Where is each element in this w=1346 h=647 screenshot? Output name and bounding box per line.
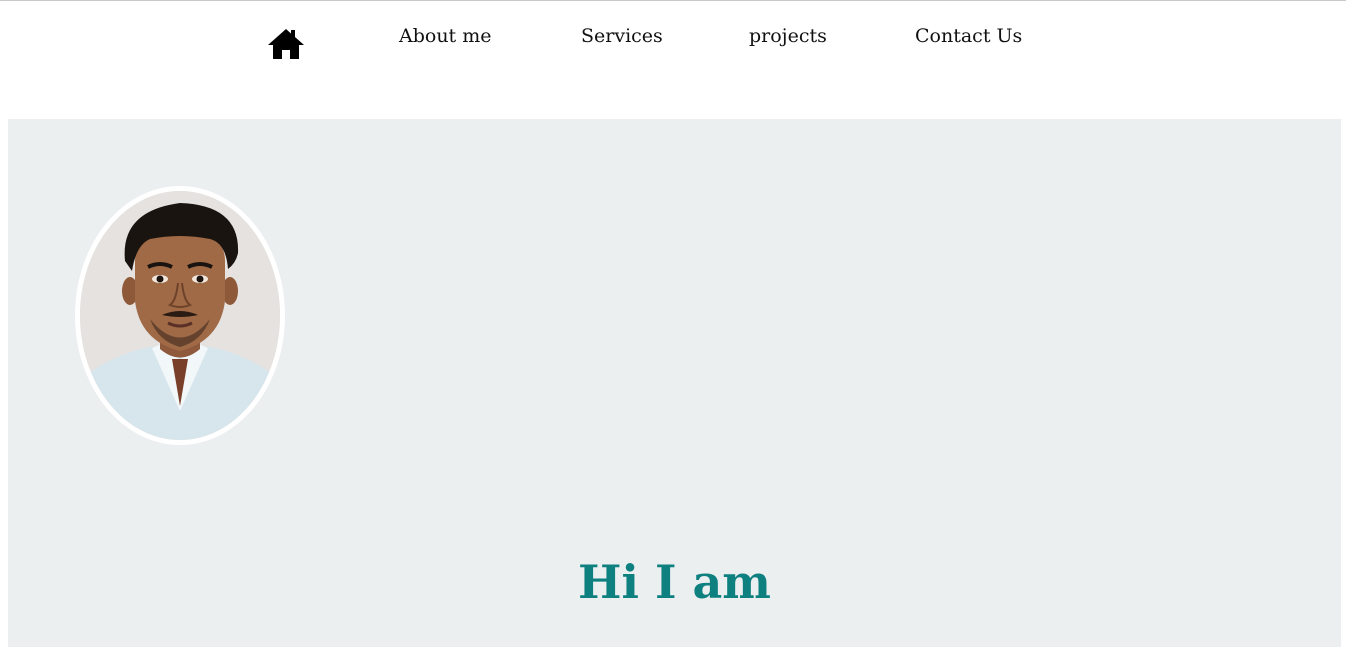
profile-photo (80, 191, 280, 440)
nav-services[interactable]: Services (581, 25, 663, 47)
avatar-frame (75, 186, 285, 445)
avatar (80, 191, 280, 440)
hero-section: Hi I am (8, 119, 1341, 647)
nav-home-link[interactable] (267, 27, 305, 61)
hero-heading: Hi I am (578, 555, 771, 609)
top-navbar: About me Services projects Contact Us (0, 1, 1346, 71)
house-icon (268, 29, 304, 59)
nav-about-me[interactable]: About me (399, 25, 492, 47)
nav-projects[interactable]: projects (749, 25, 827, 47)
nav-contact-us[interactable]: Contact Us (915, 25, 1022, 47)
